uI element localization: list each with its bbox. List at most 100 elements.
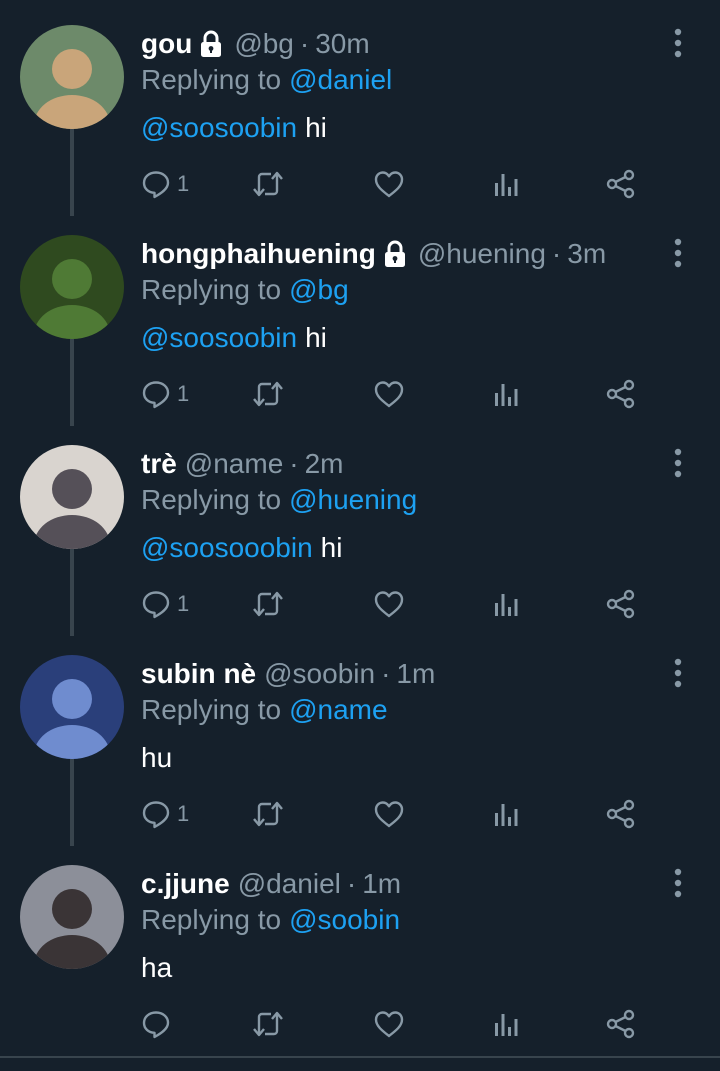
reply-button[interactable]: 1	[141, 166, 189, 202]
reply-icon	[141, 799, 171, 829]
like-button[interactable]	[373, 586, 405, 622]
replying-to-mention[interactable]: @soobin	[289, 904, 400, 935]
replying-to-mention[interactable]: @name	[289, 694, 387, 725]
reply-button[interactable]: 1	[141, 586, 189, 622]
tweet-actions	[141, 1006, 661, 1042]
tweet-actions: 1	[141, 586, 661, 622]
reply-icon	[141, 379, 171, 409]
reply-tweet[interactable]: subin nè @soobin · 1m Replying to @name hu 1	[0, 630, 720, 846]
reply-tweet[interactable]: hongphaihuening @huening · 3m Replying to @bg…	[0, 210, 720, 426]
timestamp[interactable]: 30m	[315, 24, 369, 64]
analytics-icon	[492, 1009, 520, 1039]
share-icon	[605, 1009, 637, 1039]
reply-button[interactable]: 1	[141, 376, 189, 412]
reply-tweet[interactable]: gou @bg · 30m Replying to @daniel @soosoobin hi…	[0, 0, 720, 216]
retweet-button[interactable]	[251, 166, 285, 202]
tweet-header: c.jjune @daniel · 1m	[141, 864, 401, 904]
more-vertical-icon[interactable]	[664, 446, 692, 480]
tweet-header: gou @bg · 30m	[141, 24, 370, 64]
reply-count: 1	[177, 171, 190, 196]
like-button[interactable]	[373, 796, 405, 832]
analytics-button[interactable]	[492, 586, 520, 622]
heart-icon	[373, 589, 405, 619]
like-button[interactable]	[373, 376, 405, 412]
share-button[interactable]	[605, 166, 637, 202]
replying-to-mention[interactable]: @bg	[289, 274, 349, 305]
tweet-body: hi	[305, 322, 327, 353]
avatar[interactable]	[20, 25, 124, 129]
replying-to-line: Replying to @soobin	[141, 900, 400, 940]
avatar[interactable]	[20, 445, 124, 549]
tweet-text: @soosoobin hi	[141, 108, 327, 148]
reply-tweet[interactable]: trè @name · 2m Replying to @huening @soosooobi…	[0, 420, 720, 636]
display-name[interactable]: subin nè	[141, 654, 256, 694]
share-button[interactable]	[605, 1006, 637, 1042]
share-button[interactable]	[605, 376, 637, 412]
user-handle: @soobin	[264, 658, 376, 689]
reply-icon	[141, 1009, 171, 1039]
tweet-header: subin nè @soobin · 1m	[141, 654, 435, 694]
replying-to-label: Replying to	[141, 904, 282, 935]
lock-icon	[382, 239, 408, 269]
display-name[interactable]: gou	[141, 24, 192, 64]
heart-icon	[373, 379, 405, 409]
tweet-text: hu	[141, 738, 172, 778]
separator-dot: ·	[346, 868, 357, 899]
timestamp[interactable]: 2m	[305, 444, 344, 484]
reply-count: 1	[177, 381, 190, 406]
avatar[interactable]	[20, 655, 124, 759]
retweet-icon	[251, 799, 285, 829]
mention-link[interactable]: @soosoobin	[141, 322, 297, 353]
tweet-body: hi	[305, 112, 327, 143]
more-vertical-icon[interactable]	[664, 236, 692, 270]
analytics-button[interactable]	[492, 796, 520, 832]
mention-link[interactable]: @soosoobin	[141, 112, 297, 143]
more-vertical-icon[interactable]	[664, 866, 692, 900]
user-handle: @name	[184, 448, 284, 479]
tweet-body: ha	[141, 952, 173, 983]
like-button[interactable]	[373, 1006, 405, 1042]
share-button[interactable]	[605, 586, 637, 622]
retweet-button[interactable]	[251, 796, 285, 832]
reply-button[interactable]	[141, 1006, 177, 1042]
retweet-icon	[251, 1009, 285, 1039]
avatar[interactable]	[20, 865, 124, 969]
retweet-icon	[251, 379, 285, 409]
reply-button[interactable]: 1	[141, 796, 189, 832]
bottom-divider	[0, 1056, 720, 1058]
analytics-button[interactable]	[492, 376, 520, 412]
display-name[interactable]: c.jjune	[141, 864, 230, 904]
replying-to-mention[interactable]: @daniel	[289, 64, 392, 95]
more-vertical-icon[interactable]	[664, 26, 692, 60]
retweet-button[interactable]	[251, 1006, 285, 1042]
tweet-text: ha	[141, 948, 172, 988]
analytics-button[interactable]	[492, 1006, 520, 1042]
share-icon	[605, 799, 637, 829]
share-button[interactable]	[605, 796, 637, 832]
tweet-text: @soosoobin hi	[141, 318, 327, 358]
separator-dot: ·	[299, 28, 310, 59]
share-icon	[605, 589, 637, 619]
display-name[interactable]: hongphaihuening	[141, 234, 376, 274]
replying-to-label: Replying to	[141, 274, 282, 305]
timestamp[interactable]: 3m	[567, 234, 606, 274]
replying-to-line: Replying to @name	[141, 690, 388, 730]
retweet-button[interactable]	[251, 376, 285, 412]
replying-to-label: Replying to	[141, 484, 282, 515]
timestamp[interactable]: 1m	[362, 864, 401, 904]
analytics-button[interactable]	[492, 166, 520, 202]
reply-tweet[interactable]: c.jjune @daniel · 1m Replying to @soobin ha	[0, 840, 720, 1050]
avatar[interactable]	[20, 235, 124, 339]
timestamp[interactable]: 1m	[396, 654, 435, 694]
retweet-button[interactable]	[251, 586, 285, 622]
more-vertical-icon[interactable]	[664, 656, 692, 690]
replying-to-mention[interactable]: @huening	[289, 484, 417, 515]
analytics-icon	[492, 799, 520, 829]
display-name[interactable]: trè	[141, 444, 177, 484]
separator-dot: ·	[381, 658, 391, 689]
tweet-actions: 1	[141, 376, 661, 412]
analytics-icon	[492, 379, 520, 409]
mention-link[interactable]: @soosooobin	[141, 532, 313, 563]
tweet-text: @soosooobin hi	[141, 528, 342, 568]
like-button[interactable]	[373, 166, 405, 202]
